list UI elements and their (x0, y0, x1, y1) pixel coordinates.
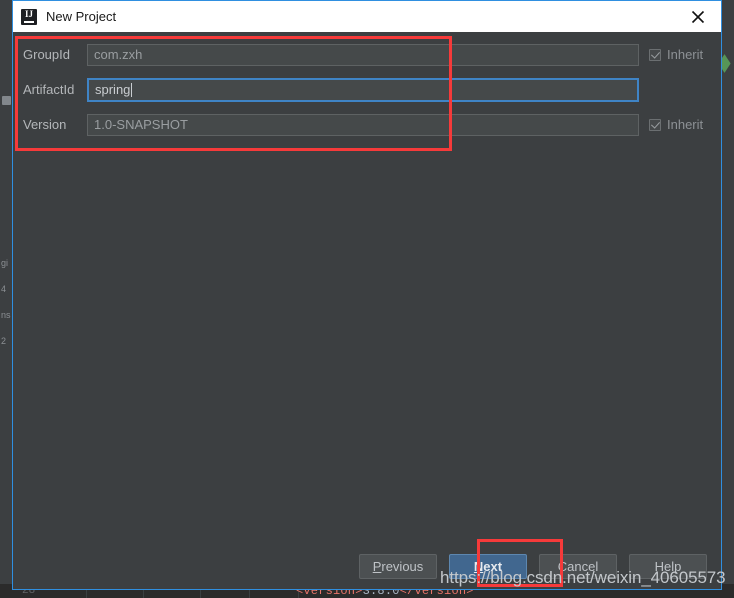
dialog-title: New Project (46, 9, 117, 24)
text-caret (131, 82, 133, 97)
artifactid-input[interactable]: spring (87, 77, 639, 102)
version-inherit-checkbox[interactable] (649, 118, 661, 131)
groupid-inherit-checkbox-group[interactable]: Inherit (649, 47, 703, 62)
toolwindow-icon[interactable] (2, 96, 11, 105)
groupid-inherit-label: Inherit (667, 47, 704, 62)
previous-button[interactable]: Previous (359, 553, 437, 579)
close-icon (691, 10, 705, 23)
version-input[interactable]: 1.0-SNAPSHOT (87, 113, 639, 136)
version-label: Version (23, 117, 67, 132)
intellij-idea-icon: IJ (21, 8, 37, 25)
artifactid-label: ArtifactId (23, 82, 75, 97)
version-inherit-label: Inherit (667, 117, 704, 132)
previous-button-mnemonic: P (372, 558, 382, 574)
version-inherit-checkbox-group[interactable]: Inherit (649, 117, 703, 132)
close-button[interactable] (675, 1, 721, 32)
form-row-groupid: GroupId com.zxh Inherit (13, 42, 721, 67)
form-row-artifactid: ArtifactId spring (13, 77, 721, 102)
previous-button-label: revious (381, 558, 424, 574)
watermark-url: https://blog.csdn.net/weixin_40605573 (440, 568, 726, 587)
app-icon-bar (24, 20, 34, 23)
form-row-version: Version 1.0-SNAPSHOT Inherit (13, 112, 721, 137)
dialog-titlebar[interactable]: IJ New Project (13, 1, 721, 32)
dialog-body: GroupId com.zxh Inherit ArtifactId sprin… (13, 32, 721, 589)
artifactid-input-value: spring (95, 82, 131, 97)
maven-coordinates-form: GroupId com.zxh Inherit ArtifactId sprin… (13, 32, 721, 137)
groupid-inherit-checkbox[interactable] (649, 48, 661, 61)
groupid-input[interactable]: com.zxh (87, 43, 639, 66)
new-project-dialog: IJ New Project GroupId com.zxh Inherit A… (12, 0, 722, 590)
groupid-label: GroupId (23, 47, 70, 62)
app-icon-letters: IJ (24, 8, 33, 19)
